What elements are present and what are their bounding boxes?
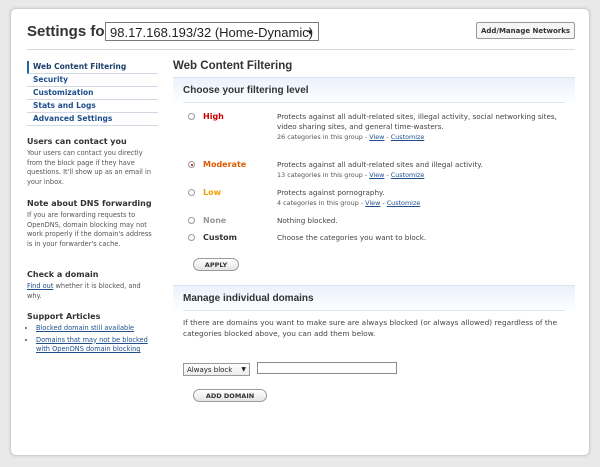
add-manage-networks-button[interactable]: Add/Manage Networks	[476, 22, 575, 39]
level-description: Protects against all adult-related sites…	[277, 160, 483, 169]
block-mode-value: Always block	[187, 366, 233, 374]
support-article-link[interactable]: Blocked domain still available	[36, 324, 134, 332]
radio-high[interactable]	[188, 113, 195, 120]
level-description: Choose the categories you want to block.	[277, 233, 427, 242]
radio-moderate[interactable]	[188, 161, 195, 168]
page-title: Web Content Filtering	[173, 60, 293, 72]
header-divider	[27, 49, 575, 50]
sidebar-item-advanced-settings[interactable]: Advanced Settings	[27, 113, 158, 126]
level-description: Protects against all adult-related sites…	[277, 112, 557, 131]
level-desc-moderate: Protects against all adult-related sites…	[277, 160, 563, 180]
sidebar-item-customization[interactable]: Customization	[27, 87, 158, 100]
manage-domains-text: If there are domains you want to make su…	[183, 318, 558, 338]
level-desc-high: Protects against all adult-related sites…	[277, 112, 563, 142]
view-link[interactable]: View	[369, 133, 384, 141]
customize-link[interactable]: Customize	[387, 199, 421, 207]
level-description: Nothing blocked.	[277, 216, 338, 225]
network-select[interactable]: 98.17.168.193/32 (Home-Dynamic) ▼	[105, 22, 319, 41]
contact-text: Your users can contact you directly from…	[27, 148, 151, 187]
network-select-value: 98.17.168.193/32 (Home-Dynamic)	[110, 25, 314, 40]
block-mode-select[interactable]: Always block ▼	[183, 363, 250, 376]
sidebar-item-web-content-filtering[interactable]: Web Content Filtering	[27, 61, 158, 74]
settings-panel: Settings for: 98.17.168.193/32 (Home-Dyn…	[10, 8, 590, 456]
level-label-moderate: Moderate	[203, 160, 247, 169]
list-item: Blocked domain still available	[36, 324, 157, 334]
manage-domains-title: Manage individual domains	[183, 293, 314, 304]
radio-custom[interactable]	[188, 234, 195, 241]
category-meta-text: categories in this group -	[283, 199, 364, 207]
find-out-link[interactable]: Find out	[27, 282, 53, 290]
apply-button[interactable]: APPLY	[193, 258, 239, 271]
level-description: Protects against pornography.	[277, 188, 385, 197]
filtering-level-title: Choose your filtering level	[183, 85, 309, 96]
support-articles-heading: Support Articles	[27, 312, 101, 321]
filtering-level-box: Choose your filtering level High Protect…	[173, 77, 575, 271]
level-meta: 13 categories in this group - View - Cus…	[277, 171, 425, 179]
chevron-down-icon: ▼	[306, 28, 314, 37]
category-meta-text: categories in this group -	[287, 171, 368, 179]
customize-link[interactable]: Customize	[391, 133, 425, 141]
check-domain-heading: Check a domain	[27, 270, 99, 279]
add-domain-button[interactable]: ADD DOMAIN	[193, 389, 267, 402]
list-item: Domains that may not be blocked with Ope…	[36, 336, 157, 356]
check-domain-section: Check a domain Find out whether it is bl…	[27, 270, 157, 301]
support-article-link[interactable]: Domains that may not be blocked with Ope…	[36, 336, 148, 354]
dns-note-section: Note about DNS forwarding If you are for…	[27, 199, 157, 250]
divider	[183, 310, 565, 311]
level-label-none: None	[203, 216, 227, 225]
level-label-high: High	[203, 112, 224, 121]
divider	[183, 102, 565, 103]
support-articles-list: Blocked domain still available Domains t…	[27, 324, 157, 355]
sidebar-item-security[interactable]: Security	[27, 74, 158, 87]
dns-note-text: If you are forwarding requests to OpenDN…	[27, 210, 152, 249]
contact-info-section: Users can contact you Your users can con…	[27, 137, 157, 188]
sidebar-nav: Web Content Filtering Security Customiza…	[27, 61, 158, 126]
level-desc-none: Nothing blocked.	[277, 216, 563, 226]
check-domain-text: Find out whether it is blocked, and why.	[27, 282, 157, 302]
manage-domains-box: Manage individual domains If there are d…	[173, 285, 575, 406]
level-meta: 4 categories in this group - View - Cust…	[277, 199, 421, 207]
radio-low[interactable]	[188, 189, 195, 196]
category-count: 26	[277, 133, 286, 141]
category-count: 13	[277, 171, 286, 179]
domain-input[interactable]	[257, 362, 397, 374]
level-desc-low: Protects against pornography. 4 categori…	[277, 188, 563, 208]
level-label-low: Low	[203, 188, 221, 197]
level-meta: 26 categories in this group - View - Cus…	[277, 133, 425, 141]
category-count: 4	[277, 199, 282, 207]
category-meta-text: categories in this group -	[287, 133, 368, 141]
chevron-down-icon: ▼	[241, 366, 246, 373]
support-articles-section: Support Articles Blocked domain still av…	[27, 312, 157, 357]
radio-none[interactable]	[188, 217, 195, 224]
customize-link[interactable]: Customize	[391, 171, 425, 179]
level-label-custom: Custom	[203, 233, 237, 242]
view-link[interactable]: View	[365, 199, 380, 207]
sidebar-item-stats-and-logs[interactable]: Stats and Logs	[27, 100, 158, 113]
level-desc-custom: Choose the categories you want to block.	[277, 233, 563, 243]
dns-note-heading: Note about DNS forwarding	[27, 199, 152, 208]
contact-heading: Users can contact you	[27, 137, 127, 146]
settings-title: Settings for:	[27, 23, 116, 40]
view-link[interactable]: View	[369, 171, 384, 179]
